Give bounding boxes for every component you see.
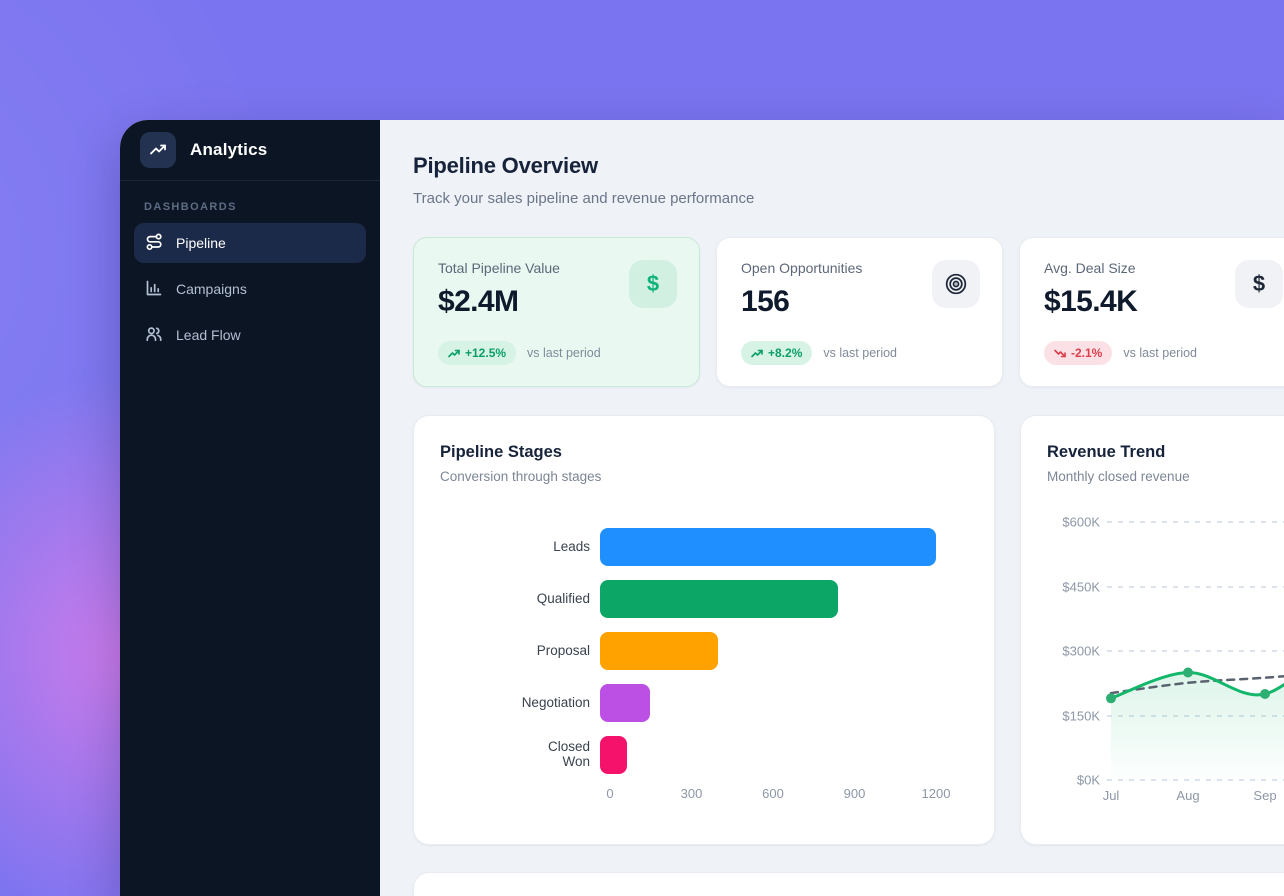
sidebar-item-pipeline[interactable]: Pipeline [134, 223, 366, 263]
bar-chart-icon [145, 279, 163, 300]
revenue-area-fill [1111, 634, 1284, 780]
x-axis-tick: Aug [1176, 788, 1199, 803]
x-axis-tick: 300 [681, 786, 703, 801]
stage-row-qualified: Qualified [424, 580, 936, 618]
pipeline-stages-card: Pipeline Stages Conversion through stage… [413, 415, 995, 845]
revenue-line-chart[interactable] [1021, 416, 1284, 845]
x-axis-tick: 1200 [922, 786, 951, 801]
delta-note: vs last period [823, 346, 897, 360]
sidebar-item-campaigns[interactable]: Campaigns [134, 269, 366, 309]
kpi-card-avg-deal-size: Avg. Deal Size $15.4K $ -2.1% vs last pe… [1019, 237, 1284, 387]
bottom-card [413, 872, 1284, 896]
kpi-card-total-pipeline-value: Total Pipeline Value $2.4M $ +12.5% vs l… [413, 237, 700, 387]
page-title: Pipeline Overview [413, 153, 598, 179]
sidebar-item-label: Campaigns [176, 281, 247, 297]
revenue-data-point [1260, 689, 1270, 699]
stage-label: Closed Won [520, 739, 590, 770]
stage-bar-closed-won[interactable] [600, 736, 627, 774]
stage-bar-qualified[interactable] [600, 580, 838, 618]
brand-row: Analytics [120, 120, 380, 180]
delta-badge: +12.5% [438, 341, 516, 365]
users-icon [145, 325, 163, 346]
sidebar-nav: Pipeline Campaigns [120, 223, 380, 355]
sidebar: Analytics DASHBOARDS Pipeline [120, 120, 380, 896]
dollar-icon: $ [629, 260, 677, 308]
trend-up-icon [448, 348, 460, 359]
sidebar-item-lead-flow[interactable]: Lead Flow [134, 315, 366, 355]
delta-badge: +8.2% [741, 341, 812, 365]
dollar-icon: $ [1235, 260, 1283, 308]
main-content: Pipeline Overview Track your sales pipel… [380, 120, 1284, 896]
stage-row-negotiation: Negotiation [424, 684, 936, 722]
sidebar-divider [120, 180, 380, 181]
stages-bar-chart: Leads Qualified Proposal Negotiation Clo… [424, 528, 936, 788]
x-axis-tick: 600 [762, 786, 784, 801]
stage-row-proposal: Proposal [424, 632, 936, 670]
route-icon [145, 233, 163, 254]
revenue-trend-card: Revenue Trend Monthly closed revenue $60… [1020, 415, 1284, 845]
delta-value: +12.5% [465, 346, 506, 360]
x-axis-tick: Jul [1103, 788, 1120, 803]
delta-note: vs last period [527, 346, 601, 360]
stage-label: Qualified [537, 591, 590, 607]
stage-label: Leads [553, 539, 590, 555]
chart-subtitle: Conversion through stages [440, 469, 994, 484]
revenue-data-point [1183, 668, 1193, 678]
sidebar-item-label: Lead Flow [176, 327, 241, 343]
target-icon [932, 260, 980, 308]
x-axis-tick: 900 [844, 786, 866, 801]
stage-label: Negotiation [522, 695, 590, 711]
revenue-data-point [1106, 693, 1116, 703]
delta-value: -2.1% [1071, 346, 1102, 360]
delta-value: +8.2% [768, 346, 802, 360]
stage-bar-negotiation[interactable] [600, 684, 650, 722]
trend-down-icon [1054, 348, 1066, 359]
delta-badge: -2.1% [1044, 341, 1112, 365]
x-axis-tick: 0 [606, 786, 613, 801]
chart-title: Pipeline Stages [440, 443, 994, 462]
stage-bar-leads[interactable] [600, 528, 936, 566]
sidebar-item-label: Pipeline [176, 235, 226, 251]
stages-x-axis: 0 300 600 900 1200 [610, 786, 936, 802]
page-subtitle: Track your sales pipeline and revenue pe… [413, 190, 754, 207]
trending-up-logo-icon [140, 132, 176, 168]
stage-row-leads: Leads [424, 528, 936, 566]
stage-label: Proposal [537, 643, 590, 659]
kpi-card-open-opportunities: Open Opportunities 156 +8.2% vs last per… [716, 237, 1003, 387]
x-axis-tick: Sep [1253, 788, 1276, 803]
stage-bar-proposal[interactable] [600, 632, 718, 670]
app-title: Analytics [190, 140, 267, 160]
stage-row-closed-won: Closed Won [424, 736, 936, 774]
trend-up-icon [751, 348, 763, 359]
sidebar-section-label: DASHBOARDS [144, 201, 356, 213]
app-window: Analytics DASHBOARDS Pipeline [120, 120, 1284, 896]
delta-note: vs last period [1123, 346, 1197, 360]
